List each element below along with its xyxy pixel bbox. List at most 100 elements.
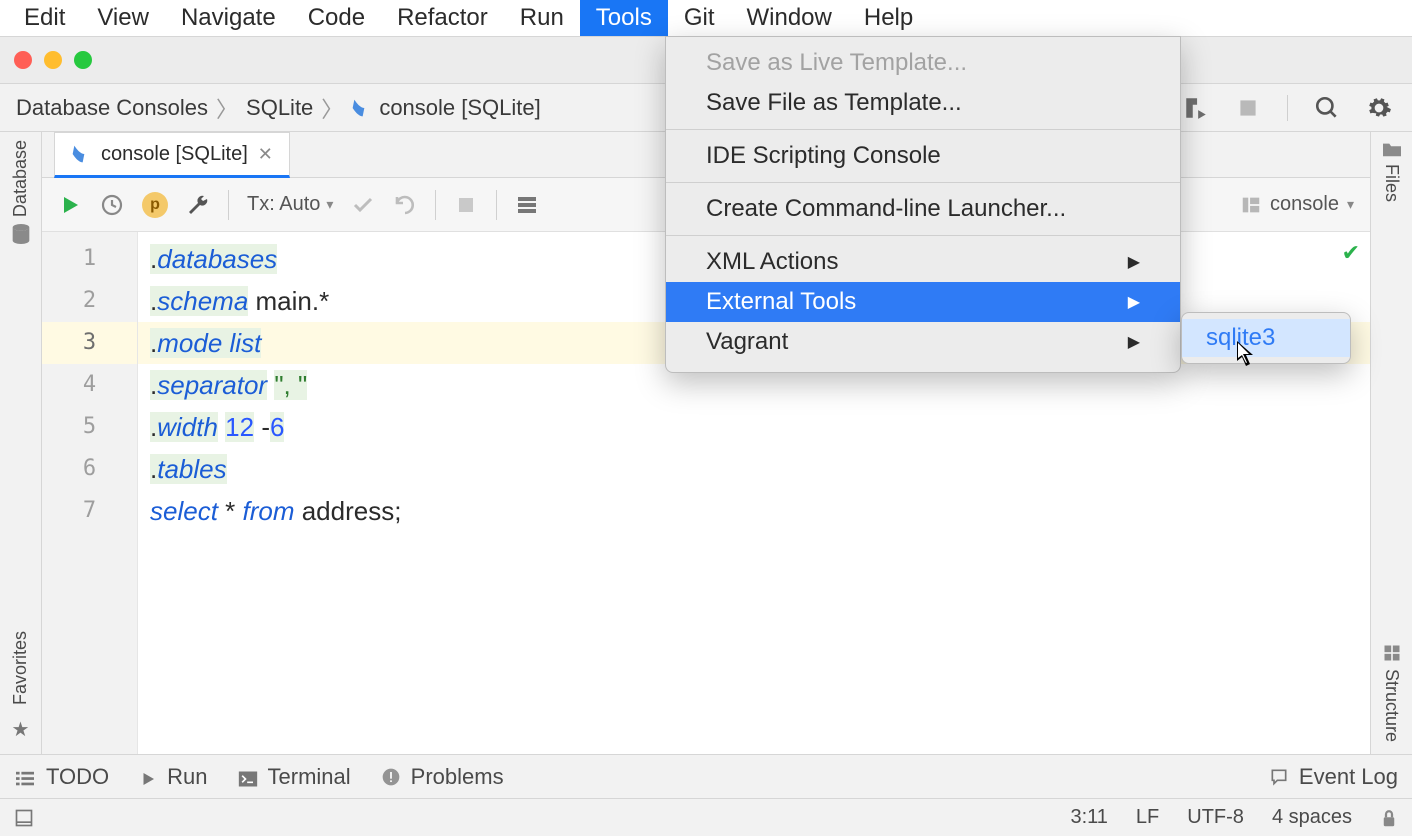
maximize-window-button[interactable] bbox=[74, 51, 92, 69]
files-label: Files bbox=[1381, 164, 1402, 202]
code-line[interactable]: select * from address; bbox=[150, 490, 1370, 532]
code-line[interactable]: .tables bbox=[150, 448, 1370, 490]
chevron-right-icon: ▶ bbox=[1128, 252, 1140, 272]
external-tools-submenu: sqlite3 bbox=[1181, 312, 1351, 364]
database-tool-tab[interactable]: Database bbox=[10, 140, 31, 245]
menu-git[interactable]: Git bbox=[668, 0, 731, 36]
status-bar: 3:11 LF UTF-8 4 spaces bbox=[0, 798, 1412, 836]
line-number: 6 bbox=[42, 448, 137, 490]
close-window-button[interactable] bbox=[14, 51, 32, 69]
history-icon[interactable] bbox=[100, 193, 124, 217]
menu-code[interactable]: Code bbox=[292, 0, 381, 36]
gear-icon[interactable] bbox=[1366, 95, 1392, 121]
list-icon bbox=[14, 768, 36, 786]
close-tab-icon[interactable]: ✕ bbox=[258, 144, 273, 165]
play-icon bbox=[139, 768, 157, 786]
todo-tool[interactable]: TODO bbox=[14, 764, 109, 790]
menu-edit[interactable]: Edit bbox=[8, 0, 81, 36]
chevron-right-icon: ▶ bbox=[1128, 332, 1140, 352]
inspection-ok-icon[interactable]: ✔ bbox=[1342, 240, 1360, 266]
menu-divider bbox=[666, 129, 1180, 130]
commit-icon[interactable] bbox=[351, 193, 375, 217]
window-controls bbox=[14, 51, 92, 69]
line-separator[interactable]: LF bbox=[1136, 806, 1159, 829]
event-log-label: Event Log bbox=[1299, 764, 1398, 790]
chevron-right-icon: 〉 bbox=[216, 92, 238, 124]
menu-divider bbox=[666, 182, 1180, 183]
menu-item[interactable]: External Tools▶ bbox=[666, 282, 1180, 322]
gutter: 1234567 bbox=[42, 232, 138, 754]
wrench-icon[interactable] bbox=[186, 193, 210, 217]
terminal-icon bbox=[238, 768, 258, 786]
left-tool-strip: Database Favorites ★ bbox=[0, 132, 42, 754]
menu-item-label: XML Actions bbox=[706, 248, 839, 276]
warning-icon bbox=[381, 767, 401, 787]
line-number: 7 bbox=[42, 490, 137, 532]
database-label: Database bbox=[10, 140, 31, 217]
execute-icon[interactable] bbox=[58, 193, 82, 217]
stop-icon[interactable] bbox=[1235, 95, 1261, 121]
code-line[interactable]: .width 12 -6 bbox=[150, 406, 1370, 448]
view-as-table-icon[interactable] bbox=[515, 193, 539, 217]
star-icon: ★ bbox=[12, 717, 30, 742]
run-tool[interactable]: Run bbox=[139, 764, 207, 790]
menu-item[interactable]: Vagrant ▶ bbox=[666, 322, 1180, 362]
nav-actions bbox=[1183, 95, 1412, 121]
chevron-right-icon: 〉 bbox=[321, 92, 343, 124]
caret-position[interactable]: 3:11 bbox=[1070, 806, 1107, 829]
minimize-window-button[interactable] bbox=[44, 51, 62, 69]
breadcrumb: Database Consoles 〉 SQLite 〉 console [SQ… bbox=[0, 92, 541, 124]
menu-navigate[interactable]: Navigate bbox=[165, 0, 292, 36]
menu-help[interactable]: Help bbox=[848, 0, 929, 36]
playground-icon[interactable]: p bbox=[142, 192, 168, 218]
menu-window[interactable]: Window bbox=[731, 0, 848, 36]
favorites-tool-tab[interactable]: Favorites ★ bbox=[10, 631, 31, 742]
right-tool-strip: Files Structure bbox=[1370, 132, 1412, 754]
tx-label: Tx: Auto bbox=[247, 193, 320, 216]
folder-icon bbox=[1381, 140, 1403, 158]
tool-window-bar: TODO Run Terminal Problems Event Log bbox=[0, 754, 1412, 798]
favorites-label: Favorites bbox=[10, 631, 31, 705]
run-with-coverage-icon[interactable] bbox=[1183, 95, 1209, 121]
tool-windows-icon[interactable] bbox=[14, 808, 34, 828]
menu-view[interactable]: View bbox=[81, 0, 165, 36]
cancel-query-icon[interactable] bbox=[454, 193, 478, 217]
tx-mode-dropdown[interactable]: Tx: Auto ▾ bbox=[247, 193, 333, 216]
console-file-icon bbox=[351, 98, 371, 118]
line-number: 5 bbox=[42, 406, 137, 448]
submenu-item[interactable]: sqlite3 bbox=[1182, 319, 1350, 357]
structure-icon bbox=[1382, 643, 1402, 663]
line-number: 3 bbox=[42, 322, 137, 364]
database-icon bbox=[11, 223, 31, 245]
breadcrumb-item[interactable]: console [SQLite] bbox=[379, 95, 540, 121]
file-encoding[interactable]: UTF-8 bbox=[1187, 806, 1244, 829]
structure-label: Structure bbox=[1381, 669, 1402, 742]
chevron-down-icon: ▾ bbox=[1347, 196, 1354, 213]
line-number: 4 bbox=[42, 364, 137, 406]
breadcrumb-item[interactable]: SQLite bbox=[246, 95, 313, 121]
menu-item[interactable]: Create Command-line Launcher... bbox=[666, 189, 1180, 229]
lock-icon[interactable] bbox=[1380, 808, 1398, 828]
menu-run[interactable]: Run bbox=[504, 0, 580, 36]
menu-item-label: IDE Scripting Console bbox=[706, 142, 941, 170]
rollback-icon[interactable] bbox=[393, 193, 417, 217]
menu-item[interactable]: Save File as Template... bbox=[666, 83, 1180, 123]
breadcrumb-item[interactable]: Database Consoles bbox=[16, 95, 208, 121]
datasource-icon bbox=[1240, 194, 1262, 216]
structure-tool-tab[interactable]: Structure bbox=[1381, 643, 1402, 742]
menu-refactor[interactable]: Refactor bbox=[381, 0, 504, 36]
search-icon[interactable] bbox=[1314, 95, 1340, 121]
line-number: 2 bbox=[42, 280, 137, 322]
console-picker[interactable]: console ▾ bbox=[1240, 193, 1354, 216]
problems-tool[interactable]: Problems bbox=[381, 764, 504, 790]
editor-tab-console[interactable]: console [SQLite] ✕ bbox=[54, 132, 290, 178]
menu-item-label: Vagrant bbox=[706, 328, 788, 356]
menu-item[interactable]: IDE Scripting Console bbox=[666, 136, 1180, 176]
menu-tools[interactable]: Tools bbox=[580, 0, 668, 36]
menu-item[interactable]: XML Actions ▶ bbox=[666, 242, 1180, 282]
event-log-tool[interactable]: Event Log bbox=[1269, 764, 1398, 790]
files-tool-tab[interactable]: Files bbox=[1381, 140, 1403, 202]
indent-setting[interactable]: 4 spaces bbox=[1272, 806, 1352, 829]
terminal-tool[interactable]: Terminal bbox=[238, 764, 351, 790]
chevron-right-icon: ▶ bbox=[1128, 292, 1140, 312]
